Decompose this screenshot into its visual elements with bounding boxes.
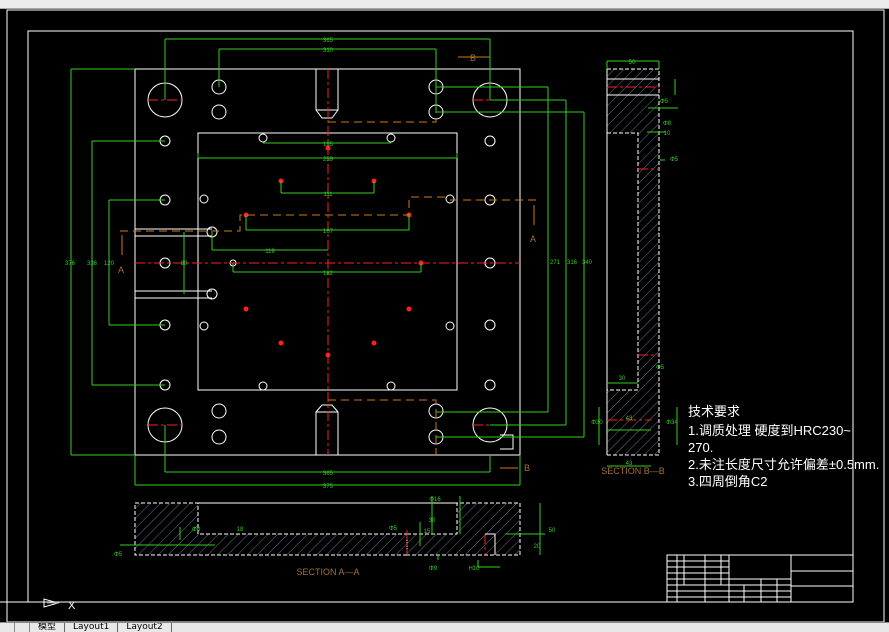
dim-bottom-inner: 365 xyxy=(323,471,334,477)
dim-right-2: 316 xyxy=(567,260,578,266)
dim-pins-mid: 167 xyxy=(323,229,334,235)
note-line-2: 270. xyxy=(688,440,713,455)
note-line-3: 2.未注长度尺寸允许偏差±0.5mm. xyxy=(688,457,879,472)
ucs-x-label: X xyxy=(68,600,76,612)
dim-left-inner: 120 xyxy=(104,261,115,267)
dim-bb-8: 43 xyxy=(626,416,633,422)
dim-aa-2: Φ8 xyxy=(192,527,201,533)
title-block xyxy=(666,554,854,603)
dim-bb-5: Φ5 xyxy=(670,157,679,163)
dim-aa-11: 20 xyxy=(534,544,541,550)
note-line-4: 3.四周倒角C2 xyxy=(688,474,767,489)
section-mark-b-bottom: B xyxy=(524,463,530,473)
dim-aa-4: Φ5 xyxy=(389,526,398,532)
dim-bb-4: 10 xyxy=(664,131,671,137)
dim-aa-5: 15 xyxy=(424,529,431,535)
dim-aa-1: Φ5 xyxy=(114,552,123,558)
section-bb-title: SECTION B—B xyxy=(601,466,665,476)
section-bb-view: 50 Φ5 Φ8 10 Φ5 Φ5 30 43 Φ30 Φ34 43 SECTI… xyxy=(591,60,678,476)
cad-toolbar[interactable] xyxy=(0,0,889,9)
dim-bb-3: Φ8 xyxy=(663,121,672,127)
section-line-a xyxy=(120,196,540,232)
plan-view: B B A A 365 310 195 259 111 167 119 182 … xyxy=(65,38,593,490)
section-aa-view: Φ5 Φ8 18 Φ5 15 Φ16 30 Φ9 H10 50 20 SECTI… xyxy=(114,496,556,577)
drawing-canvas[interactable]: B B A A 365 310 195 259 111 167 119 182 … xyxy=(0,9,889,622)
dim-bb-9: Φ30 xyxy=(591,420,603,426)
dim-offset: 119 xyxy=(265,249,275,255)
section-mark-a-right: A xyxy=(530,234,536,244)
dim-top-outer: 365 xyxy=(323,38,334,44)
dim-aa-3: 18 xyxy=(237,527,244,533)
dim-right-1: 271 xyxy=(550,260,561,266)
dim-pocket-holes: 195 xyxy=(323,142,334,148)
technical-notes: 技术要求 1.调质处理 硬度到HRC230~ 270. 2.未注长度尺寸允许偏差… xyxy=(688,404,879,489)
dim-aa-8: Φ9 xyxy=(429,566,438,572)
section-aa-title: SECTION A—A xyxy=(296,567,359,577)
note-line-1: 1.调质处理 硬度到HRC230~ xyxy=(688,423,851,438)
dim-aa-10: 50 xyxy=(549,528,556,534)
dim-left-outer: 376 xyxy=(65,261,76,267)
dim-bb-2: Φ5 xyxy=(660,99,669,105)
dim-aa-9: H10 xyxy=(468,566,480,572)
section-mark-b-top: B xyxy=(470,53,476,63)
dim-bb-1: 50 xyxy=(629,60,636,66)
notes-title: 技术要求 xyxy=(688,404,740,419)
centerlines xyxy=(135,69,520,455)
dim-bb-10: Φ34 xyxy=(666,420,678,426)
sprue-slot-top xyxy=(315,69,339,119)
dim-pocket-width: 259 xyxy=(323,157,334,163)
dim-top-inner: 310 xyxy=(323,48,334,54)
dim-pins-top: 111 xyxy=(323,192,333,198)
dim-aa-6: Φ16 xyxy=(429,497,441,503)
dim-bb-6: Φ5 xyxy=(656,365,665,371)
dim-left-small: 80 xyxy=(181,261,188,267)
sprue-slot-bottom xyxy=(315,404,339,455)
dim-bottom-outer: 375 xyxy=(323,484,334,490)
dim-left-mid: 336 xyxy=(87,261,98,267)
ucs-icon: X xyxy=(0,598,76,612)
section-mark-a-left: A xyxy=(118,265,124,275)
dim-bb-7: 30 xyxy=(619,376,626,382)
dim-pins-bottom: 182 xyxy=(323,271,334,277)
dim-right-3: 340 xyxy=(582,260,593,266)
dim-aa-7: 30 xyxy=(429,518,436,524)
